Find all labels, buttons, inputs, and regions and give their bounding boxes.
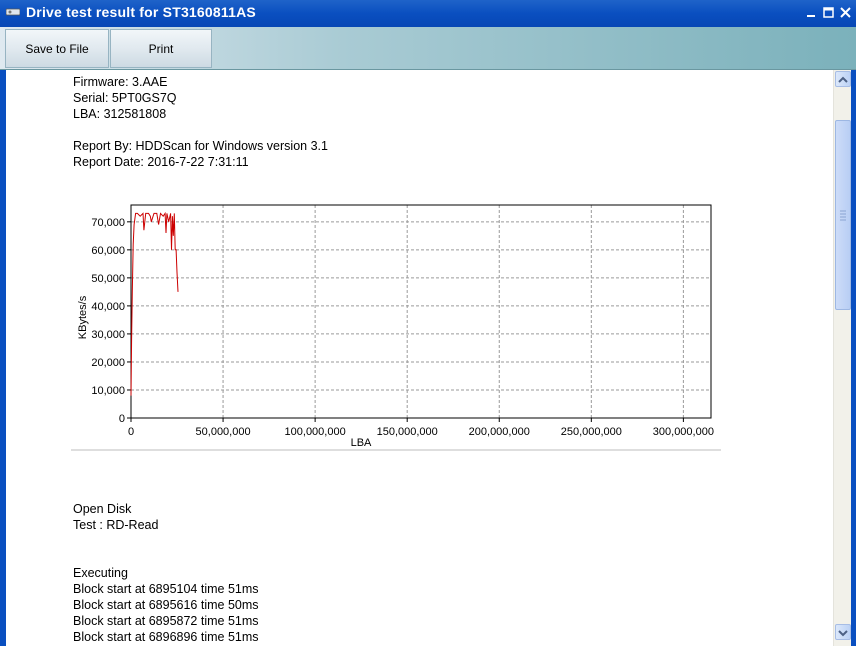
log-line: Block start at 6895872 time 51ms xyxy=(73,614,259,628)
y-tick-label: 30,000 xyxy=(91,329,125,341)
title-bar[interactable]: Drive test result for ST3160811AS xyxy=(0,0,856,27)
window-title: Drive test result for ST3160811AS xyxy=(26,4,256,20)
series-line xyxy=(130,211,179,396)
save-to-file-button[interactable]: Save to File xyxy=(5,29,109,68)
vertical-scrollbar[interactable] xyxy=(833,70,851,646)
lba-text: LBA: 312581808 xyxy=(73,107,167,121)
log-line: Block start at 6895616 time 50ms xyxy=(73,598,259,612)
arrow-down-icon xyxy=(838,630,848,637)
log-line: Block start at 6895104 time 51ms xyxy=(73,582,259,596)
test-type-text: Test : RD-Read xyxy=(73,518,159,532)
y-tick-label: 60,000 xyxy=(91,245,125,257)
x-tick-label: 50,000,000 xyxy=(196,426,251,438)
y-tick-label: 0 xyxy=(119,413,125,425)
hdd-icon xyxy=(6,8,20,16)
close-icon[interactable] xyxy=(839,6,852,19)
y-tick-label: 10,000 xyxy=(91,385,125,397)
scroll-thumb[interactable] xyxy=(835,120,851,310)
report-by-text: Report By: HDDScan for Windows version 3… xyxy=(73,139,328,153)
report-date-text: Report Date: 2016-7-22 7:31:11 xyxy=(73,155,249,169)
minimize-icon[interactable] xyxy=(805,6,818,19)
x-tick-label: 150,000,000 xyxy=(377,426,438,438)
grip-icon xyxy=(840,210,846,221)
open-disk-text: Open Disk xyxy=(73,502,132,516)
window-border-right xyxy=(851,70,856,646)
x-tick-label: 300,000,000 xyxy=(653,426,714,438)
report-view[interactable]: Firmware: 3.AAE Serial: 5PT0GS7Q LBA: 31… xyxy=(6,70,833,646)
toolbar: Save to File Print xyxy=(0,27,856,70)
firmware-text: Firmware: 3.AAE xyxy=(73,75,168,89)
scroll-up-button[interactable] xyxy=(835,71,851,87)
y-axis-label: KBytes/s xyxy=(77,295,89,339)
log-line: Block start at 6896896 time 51ms xyxy=(73,630,259,644)
y-tick-label: 20,000 xyxy=(91,357,125,369)
y-tick-label: 70,000 xyxy=(91,217,125,229)
scroll-down-button[interactable] xyxy=(835,624,851,640)
arrow-up-icon xyxy=(838,76,848,83)
print-button[interactable]: Print xyxy=(110,29,212,68)
serial-text: Serial: 5PT0GS7Q xyxy=(73,91,177,105)
speed-chart: 0 50,000,000 100,000,000 150,000,000 200,000… xyxy=(71,204,721,451)
x-tick-label: 200,000,000 xyxy=(469,426,530,438)
x-tick-label: 250,000,000 xyxy=(561,426,622,438)
executing-text: Executing xyxy=(73,566,128,580)
plot-frame xyxy=(130,204,712,419)
y-tick-label: 50,000 xyxy=(91,273,125,285)
y-tick-label: 40,000 xyxy=(91,301,125,313)
x-tick-label: 0 xyxy=(128,426,134,438)
x-tick-label: 100,000,000 xyxy=(285,426,346,438)
x-axis-label: LBA xyxy=(351,437,372,449)
maximize-icon[interactable] xyxy=(822,6,835,19)
